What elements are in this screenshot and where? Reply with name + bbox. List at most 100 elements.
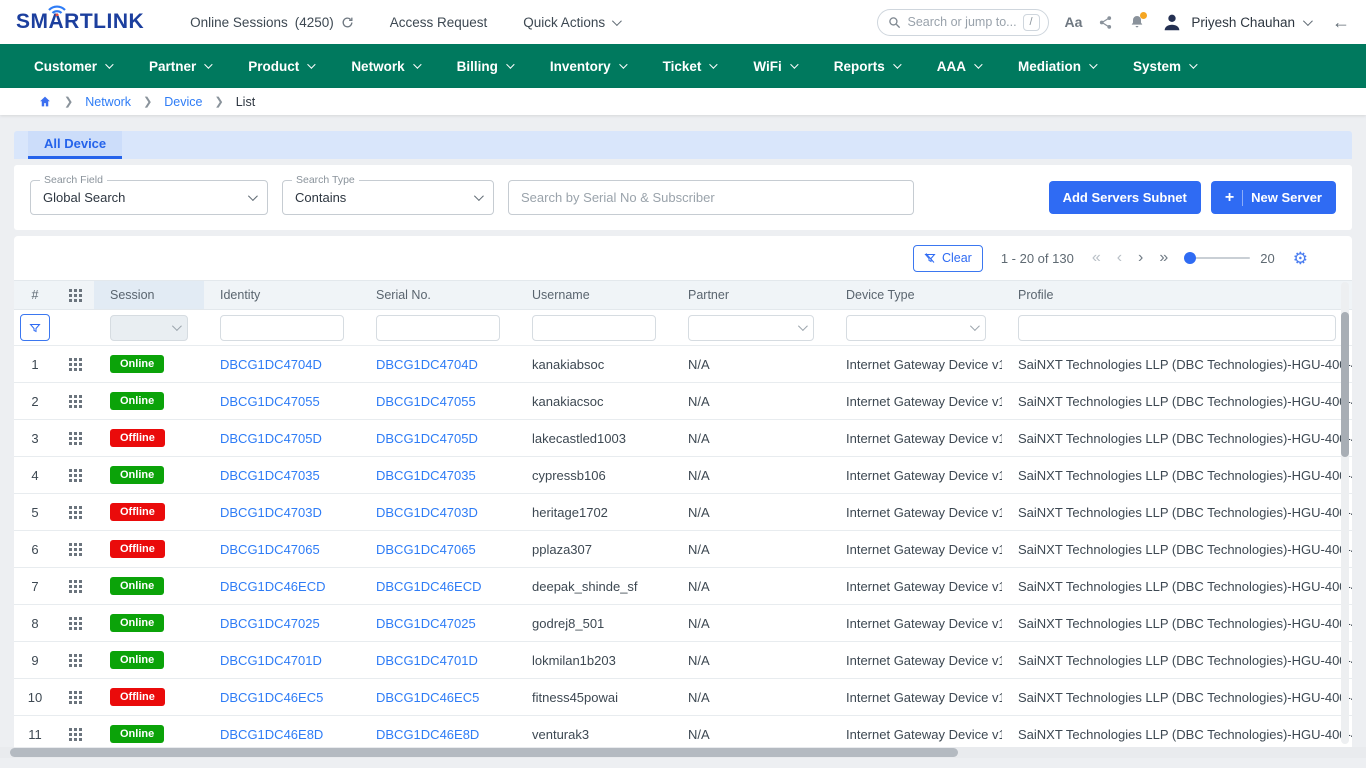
header-session[interactable]: Session: [94, 281, 204, 309]
session-filter-select[interactable]: [110, 315, 188, 341]
header-username[interactable]: Username: [516, 288, 672, 302]
profile-filter-input[interactable]: [1018, 315, 1336, 341]
identity-link[interactable]: DBCG1DC4705D: [204, 431, 360, 446]
nav-item-network[interactable]: Network: [351, 59, 418, 74]
breadcrumb-device[interactable]: Device: [164, 95, 202, 109]
serial-link[interactable]: DBCG1DC46ECD: [360, 579, 516, 594]
serial-link[interactable]: DBCG1DC4704D: [360, 357, 516, 372]
identity-link[interactable]: DBCG1DC47065: [204, 542, 360, 557]
nav-item-inventory[interactable]: Inventory: [550, 59, 625, 74]
search-type-select[interactable]: Search Type Contains: [282, 180, 494, 215]
table-settings-gear-icon[interactable]: ⚙: [1293, 250, 1308, 267]
vertical-scrollbar-thumb[interactable]: [1341, 312, 1349, 457]
device-type-filter-select[interactable]: [846, 315, 986, 341]
new-server-button[interactable]: + New Server: [1211, 181, 1336, 214]
tab-all-device[interactable]: All Device: [28, 131, 122, 159]
vertical-scrollbar[interactable]: [1341, 282, 1349, 744]
search-field-label: Search Field: [40, 174, 107, 186]
identity-link[interactable]: DBCG1DC46ECD: [204, 579, 360, 594]
serial-link[interactable]: DBCG1DC47055: [360, 394, 516, 409]
identity-link[interactable]: DBCG1DC46E8D: [204, 727, 360, 742]
global-search-input[interactable]: Search or jump to... /: [877, 9, 1049, 36]
back-arrow-icon[interactable]: ←: [1332, 12, 1350, 33]
nav-item-partner[interactable]: Partner: [149, 59, 210, 74]
nav-item-mediation[interactable]: Mediation: [1018, 59, 1095, 74]
serial-subscriber-search-input[interactable]: [508, 180, 914, 215]
row-drag-handle-grid-icon[interactable]: [56, 506, 94, 519]
session-status-badge: Online: [110, 392, 164, 410]
identity-link[interactable]: DBCG1DC46EC5: [204, 690, 360, 705]
nav-item-system[interactable]: System: [1133, 59, 1195, 74]
row-drag-handle-grid-icon[interactable]: [56, 617, 94, 630]
search-field-select[interactable]: Search Field Global Search: [30, 180, 268, 215]
first-page-button[interactable]: «: [1092, 250, 1101, 266]
row-drag-handle-grid-icon[interactable]: [56, 580, 94, 593]
partner-filter-select[interactable]: [688, 315, 814, 341]
previous-page-button[interactable]: ‹: [1117, 250, 1122, 266]
nav-item-wifi[interactable]: WiFi: [753, 59, 795, 74]
horizontal-scrollbar-thumb[interactable]: [10, 748, 958, 757]
row-drag-handle-grid-icon[interactable]: [56, 654, 94, 667]
header-device-type[interactable]: Device Type: [830, 288, 1002, 302]
refresh-icon[interactable]: [341, 16, 354, 29]
identity-link[interactable]: DBCG1DC47055: [204, 394, 360, 409]
font-size-toggle[interactable]: Aa: [1065, 14, 1083, 30]
serial-link[interactable]: DBCG1DC4705D: [360, 431, 516, 446]
row-drag-handle-grid-icon[interactable]: [56, 432, 94, 445]
username-filter-input[interactable]: [532, 315, 656, 341]
row-drag-handle-grid-icon[interactable]: [56, 691, 94, 704]
add-servers-subnet-button[interactable]: Add Servers Subnet: [1049, 181, 1201, 214]
nav-item-reports[interactable]: Reports: [834, 59, 899, 74]
slider-track[interactable]: [1186, 257, 1250, 259]
serial-link[interactable]: DBCG1DC47065: [360, 542, 516, 557]
share-icon[interactable]: [1098, 15, 1113, 30]
row-drag-handle-grid-icon[interactable]: [56, 728, 94, 741]
breadcrumb-network[interactable]: Network: [85, 95, 131, 109]
nav-item-product[interactable]: Product: [248, 59, 313, 74]
nav-item-billing[interactable]: Billing: [457, 59, 512, 74]
clear-filters-button[interactable]: Clear: [913, 245, 983, 272]
identity-link[interactable]: DBCG1DC4704D: [204, 357, 360, 372]
row-drag-handle-grid-icon[interactable]: [56, 395, 94, 408]
serial-filter-input[interactable]: [376, 315, 500, 341]
chevron-down-icon: [970, 321, 980, 331]
nav-item-ticket[interactable]: Ticket: [663, 59, 716, 74]
serial-link[interactable]: DBCG1DC47025: [360, 616, 516, 631]
session-status-badge: Offline: [110, 688, 165, 706]
button-divider: [1242, 190, 1243, 206]
header-serial[interactable]: Serial No.: [360, 288, 516, 302]
access-request-link[interactable]: Access Request: [390, 15, 488, 30]
table-row: 10 Offline DBCG1DC46EC5 DBCG1DC46EC5 fit…: [14, 679, 1352, 716]
row-filter-button[interactable]: [20, 314, 50, 341]
identity-link[interactable]: DBCG1DC4701D: [204, 653, 360, 668]
row-drag-handle-grid-icon[interactable]: [56, 358, 94, 371]
serial-link[interactable]: DBCG1DC46EC5: [360, 690, 516, 705]
serial-link[interactable]: DBCG1DC4703D: [360, 505, 516, 520]
user-menu[interactable]: Priyesh Chauhan: [1161, 11, 1310, 33]
header-identity[interactable]: Identity: [204, 288, 360, 302]
nav-item-aaa[interactable]: AAA: [937, 59, 980, 74]
table-header-row: # Session Identity Serial No. Username P…: [14, 280, 1352, 310]
horizontal-scrollbar[interactable]: [0, 747, 1366, 758]
identity-link[interactable]: DBCG1DC47025: [204, 616, 360, 631]
next-page-button[interactable]: ›: [1138, 250, 1143, 266]
device-type-cell: Internet Gateway Device v1.0: [830, 394, 1002, 409]
quick-actions-menu[interactable]: Quick Actions: [523, 15, 619, 30]
serial-link[interactable]: DBCG1DC4701D: [360, 653, 516, 668]
identity-link[interactable]: DBCG1DC47035: [204, 468, 360, 483]
row-drag-handle-grid-icon[interactable]: [56, 469, 94, 482]
last-page-button[interactable]: »: [1159, 250, 1168, 266]
notifications-bell-icon[interactable]: [1129, 14, 1145, 30]
serial-link[interactable]: DBCG1DC46E8D: [360, 727, 516, 742]
header-partner[interactable]: Partner: [672, 288, 830, 302]
identity-filter-input[interactable]: [220, 315, 344, 341]
home-icon[interactable]: [38, 95, 52, 108]
serial-link[interactable]: DBCG1DC47035: [360, 468, 516, 483]
header-profile[interactable]: Profile: [1002, 288, 1352, 302]
device-type-cell: Internet Gateway Device v1.0: [830, 431, 1002, 446]
row-drag-handle-grid-icon[interactable]: [56, 543, 94, 556]
slider-handle[interactable]: [1184, 252, 1196, 264]
identity-link[interactable]: DBCG1DC4703D: [204, 505, 360, 520]
nav-item-customer[interactable]: Customer: [34, 59, 111, 74]
online-sessions-link[interactable]: Online Sessions (4250): [190, 15, 354, 30]
